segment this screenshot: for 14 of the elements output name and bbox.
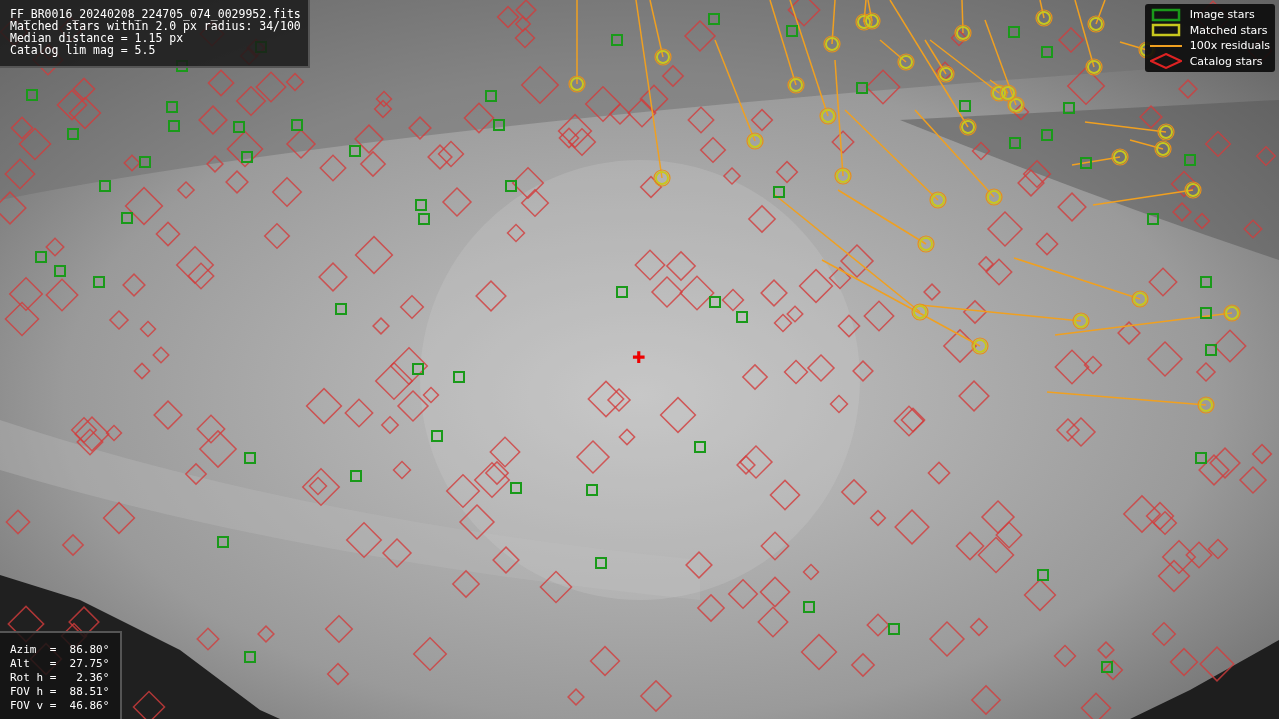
info-text: Median distance = 1.15 px xyxy=(10,32,184,44)
center-cross-icon: ✚ xyxy=(632,349,646,367)
pointing-text: Azim = 86.80° xyxy=(10,643,110,657)
info-text: FF_BR0016_20240208_224705_074_0029952.fits xyxy=(10,8,300,20)
info-text: Catalog lim mag = 5.5 xyxy=(10,44,157,56)
legend-label: Matched stars xyxy=(1189,23,1268,37)
pointing-text: Rot h = 2.36° xyxy=(10,671,110,685)
pointing-text: FOV h = 88.51° xyxy=(10,685,110,699)
legend-label: Catalog stars xyxy=(1189,54,1263,68)
info-text: Matched stars within 2.0 px radius: 34/100 xyxy=(10,20,300,32)
legend-label: Image stars xyxy=(1189,8,1255,22)
pointing-text: Alt = 27.75° xyxy=(10,657,110,671)
legend-label: 100x residuals xyxy=(1189,39,1270,53)
pointing-text: FOV v = 46.86° xyxy=(10,699,110,713)
